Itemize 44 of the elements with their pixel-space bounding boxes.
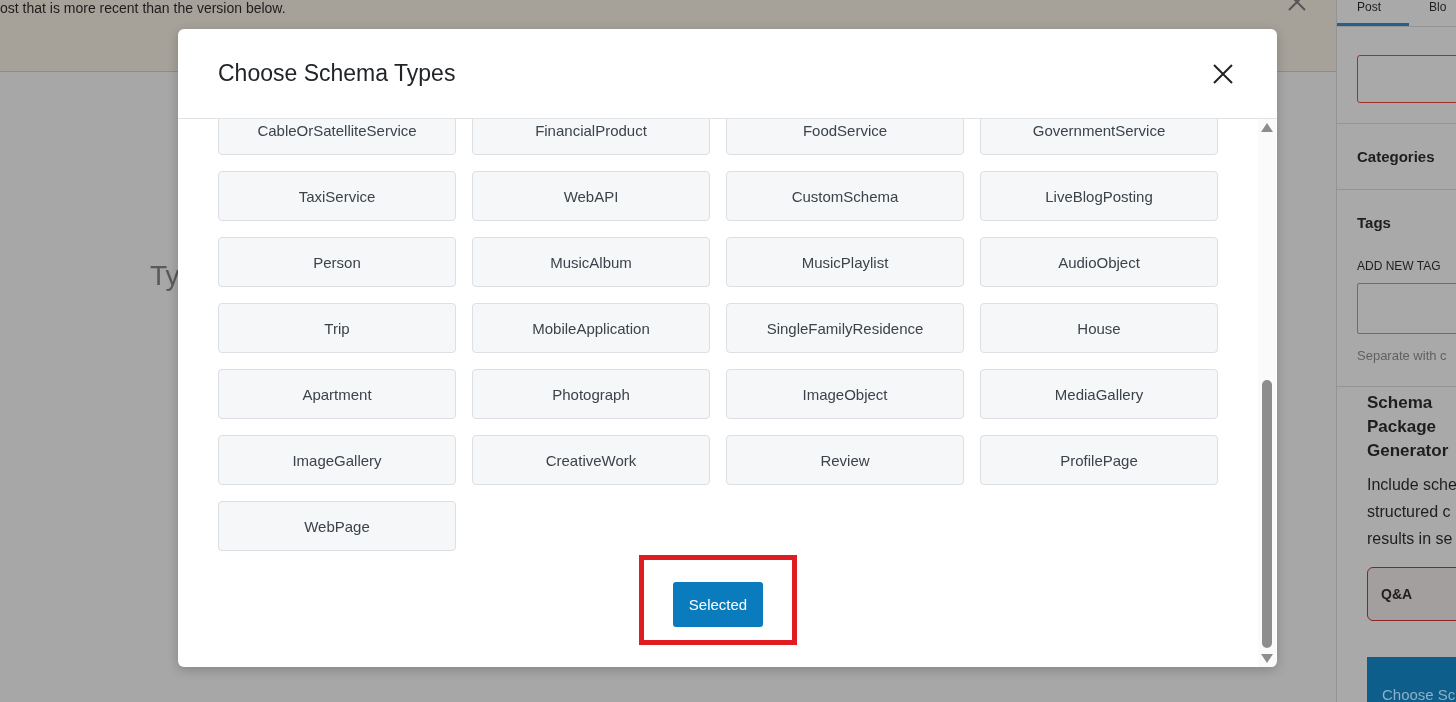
categories-heading[interactable]: Categories [1357,144,1435,169]
schema-type-option[interactable]: CustomSchema [726,171,964,221]
schema-type-option[interactable]: ProfilePage [980,435,1218,485]
schema-generator-heading: Schema Package Generator [1367,392,1450,462]
schema-type-option[interactable]: SingleFamilyResidence [726,303,964,353]
scrollbar[interactable] [1258,119,1276,667]
add-tag-label: ADD NEW TAG [1357,259,1441,273]
scroll-up-icon[interactable] [1261,123,1273,132]
schema-type-option[interactable]: FinancialProduct [472,119,710,155]
schema-type-option[interactable]: LiveBlogPosting [980,171,1218,221]
schema-type-option[interactable]: WebAPI [472,171,710,221]
schema-type-option[interactable]: Review [726,435,964,485]
notice-text: ost that is more recent than the version below. [0,0,286,16]
schema-type-option[interactable]: Trip [218,303,456,353]
schema-type-option[interactable]: AudioObject [980,237,1218,287]
schema-type-option[interactable]: Apartment [218,369,456,419]
tags-heading[interactable]: Tags [1357,210,1391,235]
schema-type-option[interactable]: Photograph [472,369,710,419]
tag-help-text: Separate with c [1357,348,1447,364]
chosen-schema-item[interactable]: Q&A [1367,567,1456,621]
schema-type-option[interactable]: House [980,303,1218,353]
selected-button[interactable]: Selected [673,582,763,627]
schema-type-option[interactable]: MusicPlaylist [726,237,964,287]
schema-type-option[interactable]: Person [218,237,456,287]
schema-type-option[interactable]: WebPage [218,501,456,551]
schema-type-option[interactable]: FoodService [726,119,964,155]
schema-type-option[interactable]: MediaGallery [980,369,1218,419]
schema-type-option[interactable]: GovernmentService [980,119,1218,155]
scroll-down-icon[interactable] [1261,654,1273,663]
description-line: Include sche [1367,475,1456,495]
schema-type-option[interactable]: CreativeWork [472,435,710,485]
schema-type-option[interactable]: CableOrSatelliteService [218,119,456,155]
dialog-title: Choose Schema Types [218,60,456,87]
description-line: structured c [1367,502,1452,522]
sidebar-tab[interactable]: Blo [1409,0,1456,26]
schema-type-option[interactable]: MobileApplication [472,303,710,353]
schema-type-option[interactable]: TaxiService [218,171,456,221]
schema-type-option[interactable]: ImageGallery [218,435,456,485]
schema-type-option[interactable]: MusicAlbum [472,237,710,287]
scrollbar-thumb[interactable] [1262,380,1272,648]
schema-type-option[interactable]: ImageObject [726,369,964,419]
description-line: results in se [1367,529,1454,549]
sidebar-tab[interactable]: Post [1337,0,1409,26]
close-icon[interactable] [1213,63,1233,84]
